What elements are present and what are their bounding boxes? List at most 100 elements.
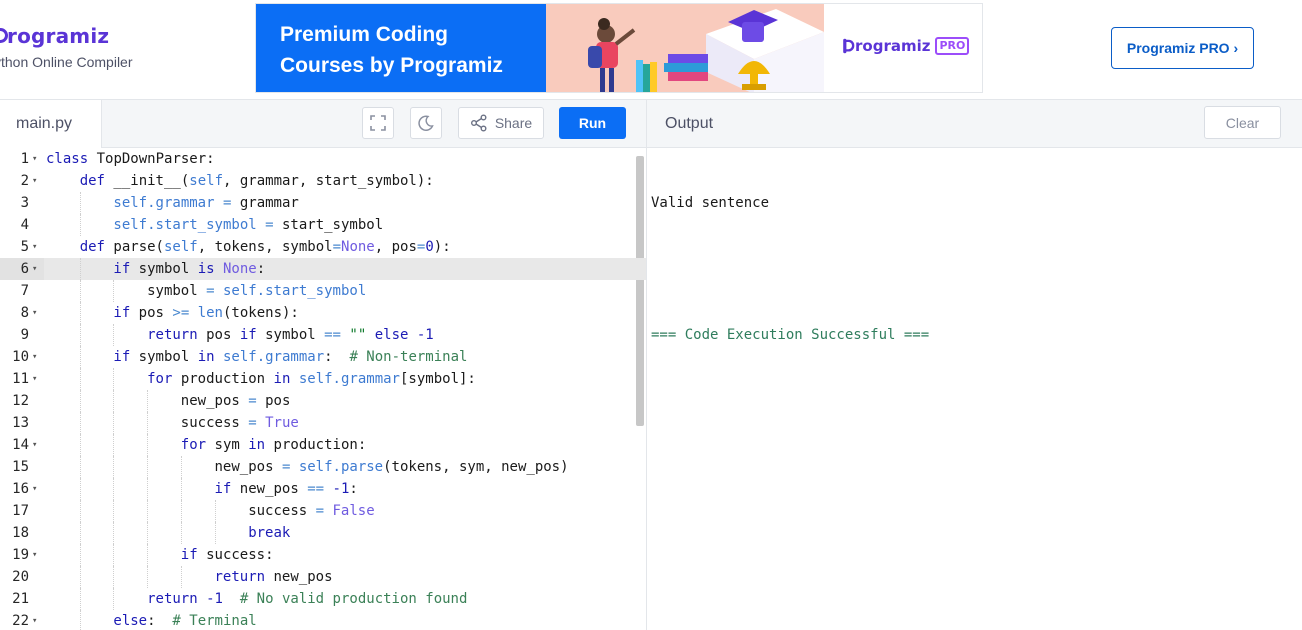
code-line[interactable]: 17 success = False [0, 500, 646, 522]
code-text: if symbol is None: [113, 258, 265, 280]
line-number: 3 [20, 195, 29, 211]
indent-guide [180, 456, 182, 478]
output-console: Valid sentence === Code Execution Succes… [651, 148, 929, 368]
code-line[interactable]: 13 success = True [0, 412, 646, 434]
programiz-pro-logo-icon [843, 38, 855, 54]
code-line[interactable]: 1 ▾ class TopDownParser: [0, 148, 646, 170]
fullscreen-button[interactable] [362, 107, 394, 139]
fold-arrow-icon[interactable]: ▾ [32, 302, 42, 324]
code-line[interactable]: 9 return pos if symbol == "" else -1 [0, 324, 646, 346]
code-token: : [147, 613, 173, 629]
fold-arrow-icon[interactable]: ▾ [32, 434, 42, 456]
code-token: sym [206, 437, 249, 453]
fold-arrow-icon[interactable]: ▾ [32, 258, 42, 280]
code-line[interactable]: 11 ▾ for production in self.grammar[symbol… [0, 368, 646, 390]
run-button[interactable]: Run [559, 107, 626, 139]
fold-arrow-icon[interactable]: ▾ [32, 346, 42, 368]
code-text: self.start_symbol = start_symbol [113, 214, 383, 236]
code-line[interactable]: 6 ▾ if symbol is None: [0, 258, 646, 280]
code-token: = [332, 239, 342, 255]
code-line[interactable]: 18 break [0, 522, 646, 544]
code-token: break [248, 525, 291, 541]
code-token: , grammar, start_symbol): [223, 173, 434, 189]
indent-guide [113, 280, 115, 302]
pro-badge: PRO [935, 37, 970, 55]
line-number: 15 [12, 459, 29, 475]
programiz-pro-logo: rogramiz PRO [842, 37, 970, 55]
fold-arrow-icon[interactable]: ▾ [32, 368, 42, 390]
code-token: if [214, 481, 232, 497]
fold-arrow-icon[interactable]: ▾ [32, 236, 42, 258]
brand[interactable]: rogramiz ython Online Compiler [0, 24, 133, 70]
clear-button[interactable]: Clear [1204, 106, 1281, 139]
banner-illustration [546, 4, 824, 92]
code-line[interactable]: 14 ▾ for sym in production: [0, 434, 646, 456]
code-token: ): [433, 239, 451, 255]
fold-arrow-icon[interactable]: ▾ [32, 544, 42, 566]
code-line[interactable]: 20 return new_pos [0, 566, 646, 588]
ad-banner[interactable]: Premium Coding Courses by Programiz rogr… [255, 3, 983, 93]
code-line[interactable]: 4 self.start_symbol = start_symbol [0, 214, 646, 236]
fold-arrow-icon[interactable]: ▾ [32, 610, 42, 630]
indent-guide [113, 544, 115, 566]
indent-guide [79, 368, 81, 390]
indent-guide [113, 522, 115, 544]
code-token: = [256, 217, 282, 233]
code-token: len [197, 305, 223, 321]
code-token: self [113, 195, 148, 211]
fold-arrow-icon[interactable]: ▾ [32, 148, 42, 170]
indent-guide [180, 566, 182, 588]
code-text: success = False [248, 500, 374, 522]
code-token: __init__( [104, 173, 190, 189]
fold-arrow-icon[interactable]: ▾ [32, 170, 42, 192]
fold-arrow-icon[interactable]: ▾ [32, 478, 42, 500]
code-editor[interactable]: 1 ▾ class TopDownParser: 2 ▾ def __init__(sel… [0, 148, 646, 630]
output-line: Valid sentence [651, 195, 770, 211]
indent-guide [79, 324, 81, 346]
execution-status: === Code Execution Successful === [651, 327, 930, 343]
code-text: break [248, 522, 290, 544]
code-token: == [324, 327, 341, 343]
programiz-pro-button[interactable]: Programiz PRO › [1111, 27, 1254, 69]
code-text: for production in self.grammar[symbol]: [147, 368, 476, 390]
indent-guide [180, 478, 182, 500]
code-token: new_pos [214, 459, 282, 475]
code-token: = [248, 393, 257, 409]
indent-guide [79, 302, 81, 324]
code-text: for sym in production: [181, 434, 366, 456]
code-line[interactable]: 5 ▾ def parse(self, tokens, symbol=None, p… [0, 236, 646, 258]
code-line[interactable]: 10 ▾ if symbol in self.grammar: # Non-term… [0, 346, 646, 368]
share-button[interactable]: Share [458, 107, 544, 139]
code-line[interactable]: 8 ▾ if pos >= len(tokens): [0, 302, 646, 324]
indent-guide [147, 566, 149, 588]
code-text: def parse(self, tokens, symbol=None, pos… [80, 236, 451, 258]
code-token: pos [197, 327, 240, 343]
code-line[interactable]: 16 ▾ if new_pos == -1: [0, 478, 646, 500]
code-line[interactable]: 21 return -1 # No valid production found [0, 588, 646, 610]
theme-toggle-button[interactable] [410, 107, 442, 139]
code-token: def [79, 173, 105, 189]
indent-guide [147, 544, 149, 566]
programiz-logo[interactable]: rogramiz [0, 24, 133, 48]
code-line[interactable]: 19 ▾ if success: [0, 544, 646, 566]
code-line[interactable]: 3 self.grammar = grammar [0, 192, 646, 214]
indent-guide [79, 544, 81, 566]
code-token: new_pos [265, 569, 333, 585]
code-line[interactable]: 12 new_pos = pos [0, 390, 646, 412]
code-line[interactable]: 7 symbol = self.start_symbol [0, 280, 646, 302]
code-text: class TopDownParser: [46, 148, 215, 170]
code-line[interactable]: 22 ▾ else: # Terminal [0, 610, 646, 630]
indent-guide [214, 500, 216, 522]
code-text: new_pos = pos [181, 390, 291, 412]
code-token: symbol [147, 283, 207, 299]
code-line[interactable]: 15 new_pos = self.parse(tokens, sym, new_… [0, 456, 646, 478]
tab-main-py[interactable]: main.py [0, 100, 102, 148]
code-line[interactable]: 2 ▾ def __init__(self, grammar, start_symb… [0, 170, 646, 192]
code-token: self.grammar [222, 349, 325, 365]
panel-divider[interactable] [646, 100, 647, 630]
indent-guide [113, 412, 115, 434]
logo-text: rogramiz [7, 24, 110, 48]
